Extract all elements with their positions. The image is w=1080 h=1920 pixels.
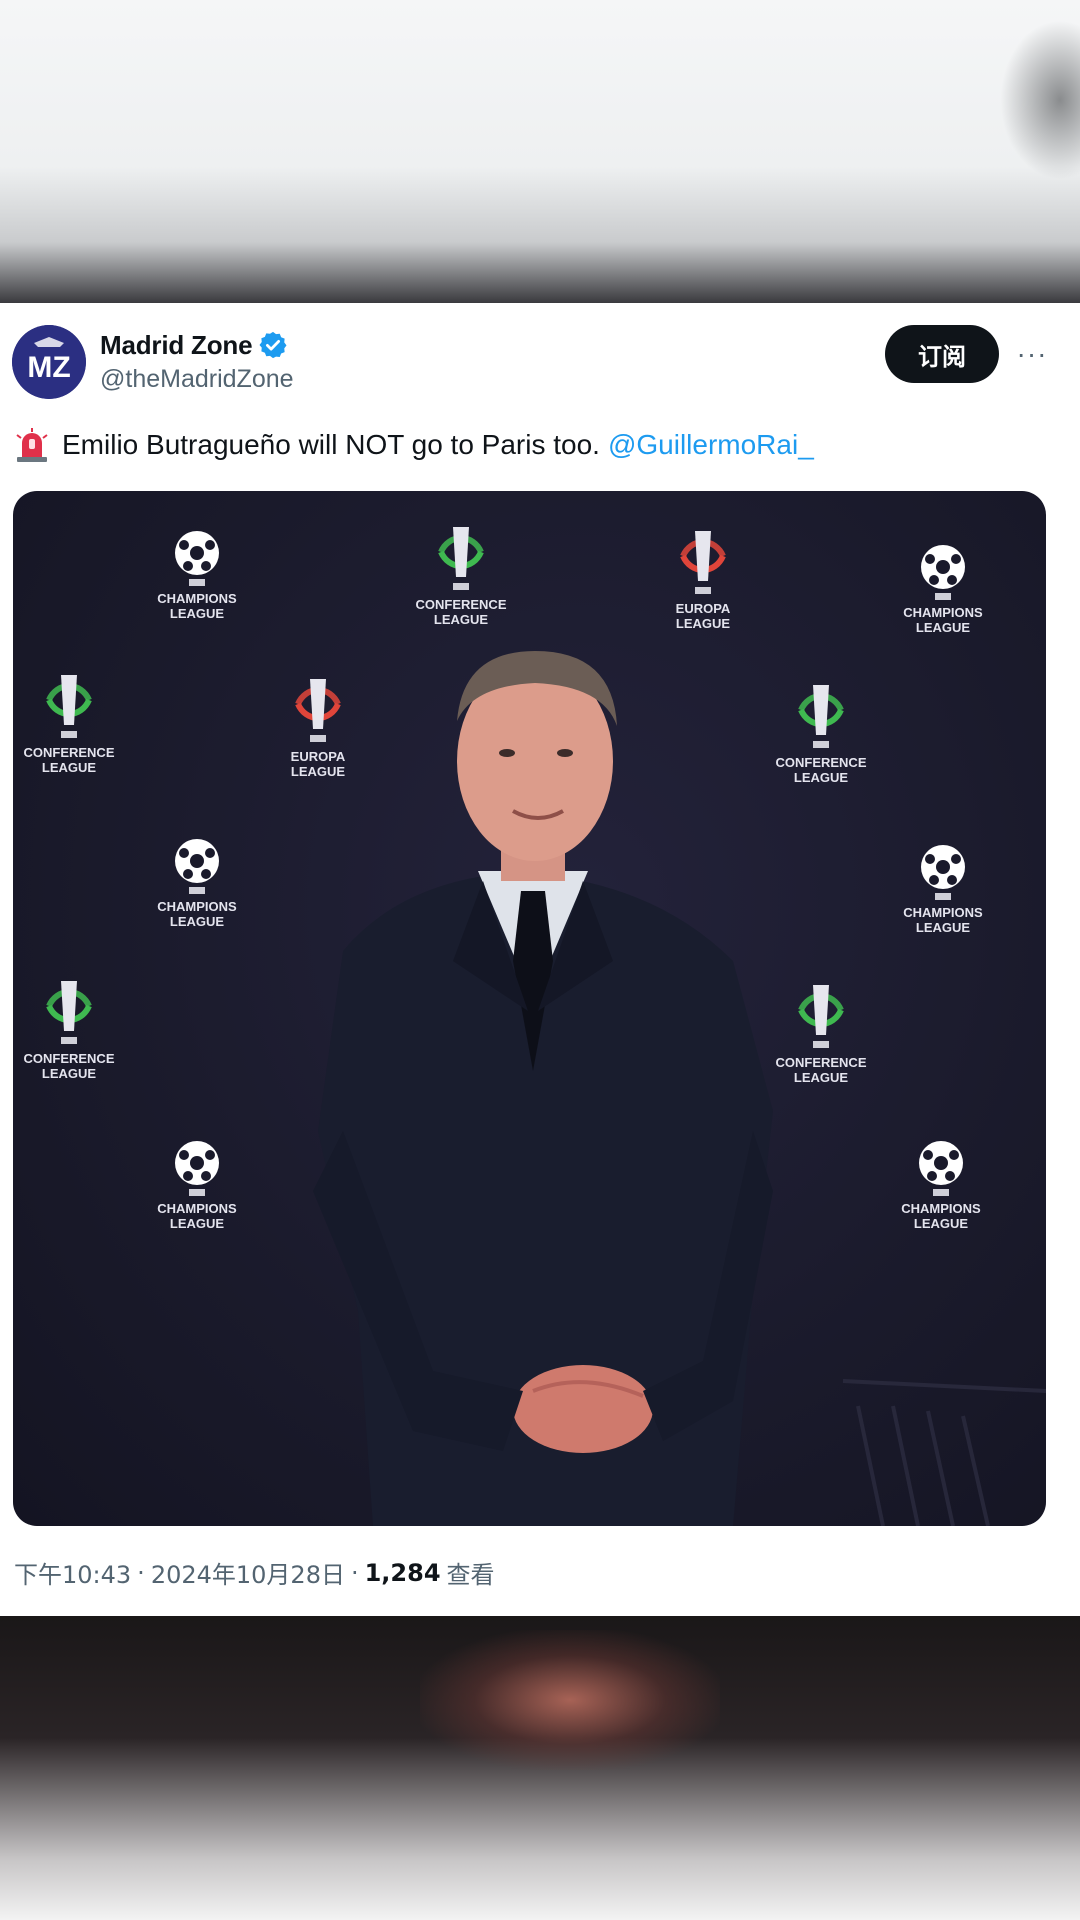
mention-link[interactable]: @GuillermoRai_	[608, 429, 814, 461]
logo-text-line1: CONFERENCE	[23, 1051, 114, 1066]
logo-text-line2: LEAGUE	[916, 920, 971, 935]
logo-text-line2: LEAGUE	[916, 620, 971, 635]
logo-text-line1: CHAMPIONS	[157, 1201, 237, 1216]
blurred-background-top-glow	[1000, 20, 1080, 180]
logo-text-line2: LEAGUE	[170, 914, 225, 929]
blurred-background-top	[0, 0, 1080, 303]
logo-text-line1: EUROPA	[676, 601, 731, 616]
author-name-row: Madrid Zone	[100, 327, 288, 363]
avatar-logo-icon: MZ	[12, 325, 86, 399]
separator-dot: ·	[350, 1558, 359, 1587]
logo-text-line1: EUROPA	[291, 749, 346, 764]
tweet-meta: 下午10:43 · 2024年10月28日 · 1,284 查看	[14, 1555, 495, 1590]
tweet-photo[interactable]: CHAMPIONS LEAGUE CONFERENCE LEAGUE EUROPA L…	[13, 491, 1046, 1526]
subscribe-button[interactable]: 订阅	[885, 325, 999, 383]
logo-text-line1: CONFERENCE	[775, 755, 866, 770]
logo-text-line2: LEAGUE	[170, 606, 225, 621]
logo-text-line2: LEAGUE	[42, 760, 97, 775]
views-count[interactable]: 1,284	[365, 1559, 441, 1587]
logo-text-line2: LEAGUE	[291, 764, 346, 779]
logo-text-line2: LEAGUE	[794, 1070, 849, 1085]
separator-dot: ·	[137, 1558, 145, 1587]
author-display-name[interactable]: Madrid Zone	[100, 330, 253, 361]
blurred-background-bottom-glow	[420, 1630, 720, 1770]
avatar[interactable]: MZ	[12, 325, 86, 399]
logo-text-line1: CHAMPIONS	[903, 905, 983, 920]
siren-icon	[14, 427, 50, 463]
logo-text-line1: CHAMPIONS	[157, 899, 237, 914]
logo-text-line1: CONFERENCE	[415, 597, 506, 612]
logo-text-line2: LEAGUE	[170, 1216, 225, 1231]
author-handle[interactable]: @theMadridZone	[100, 365, 294, 394]
logo-text-line1: CONFERENCE	[23, 745, 114, 760]
avatar-text: MZ	[27, 351, 70, 384]
verified-badge-icon[interactable]	[258, 330, 288, 360]
logo-text-line1: CHAMPIONS	[901, 1201, 981, 1216]
views-label[interactable]: 查看	[447, 1555, 495, 1590]
logo-text-line1: CONFERENCE	[775, 1055, 866, 1070]
logo-text-line2: LEAGUE	[914, 1216, 969, 1231]
logo-text-line1: CHAMPIONS	[157, 591, 237, 606]
logo-text-line2: LEAGUE	[794, 770, 849, 785]
more-options-icon[interactable]: ···	[1010, 327, 1054, 381]
tweet-card: MZ Madrid Zone @theMadridZone 订阅 ··· Emi…	[0, 303, 1080, 1616]
tweet-text: Emilio Butragueño will NOT go to Paris t…	[14, 425, 814, 465]
logo-text-line1: CHAMPIONS	[903, 605, 983, 620]
person-figure	[313, 651, 773, 1526]
logo-text-line2: LEAGUE	[434, 612, 489, 627]
photo-illustration: CHAMPIONSLEAGUE CONFERENCELEAGUE EUROPAL…	[23, 491, 1046, 1526]
tweet-body-text: Emilio Butragueño will NOT go to Paris t…	[62, 429, 600, 460]
tweet-date[interactable]: 2024年10月28日	[151, 1555, 345, 1590]
logo-text-line2: LEAGUE	[676, 616, 731, 631]
logo-text-line2: LEAGUE	[42, 1066, 97, 1081]
tweet-time[interactable]: 下午10:43	[14, 1555, 131, 1590]
